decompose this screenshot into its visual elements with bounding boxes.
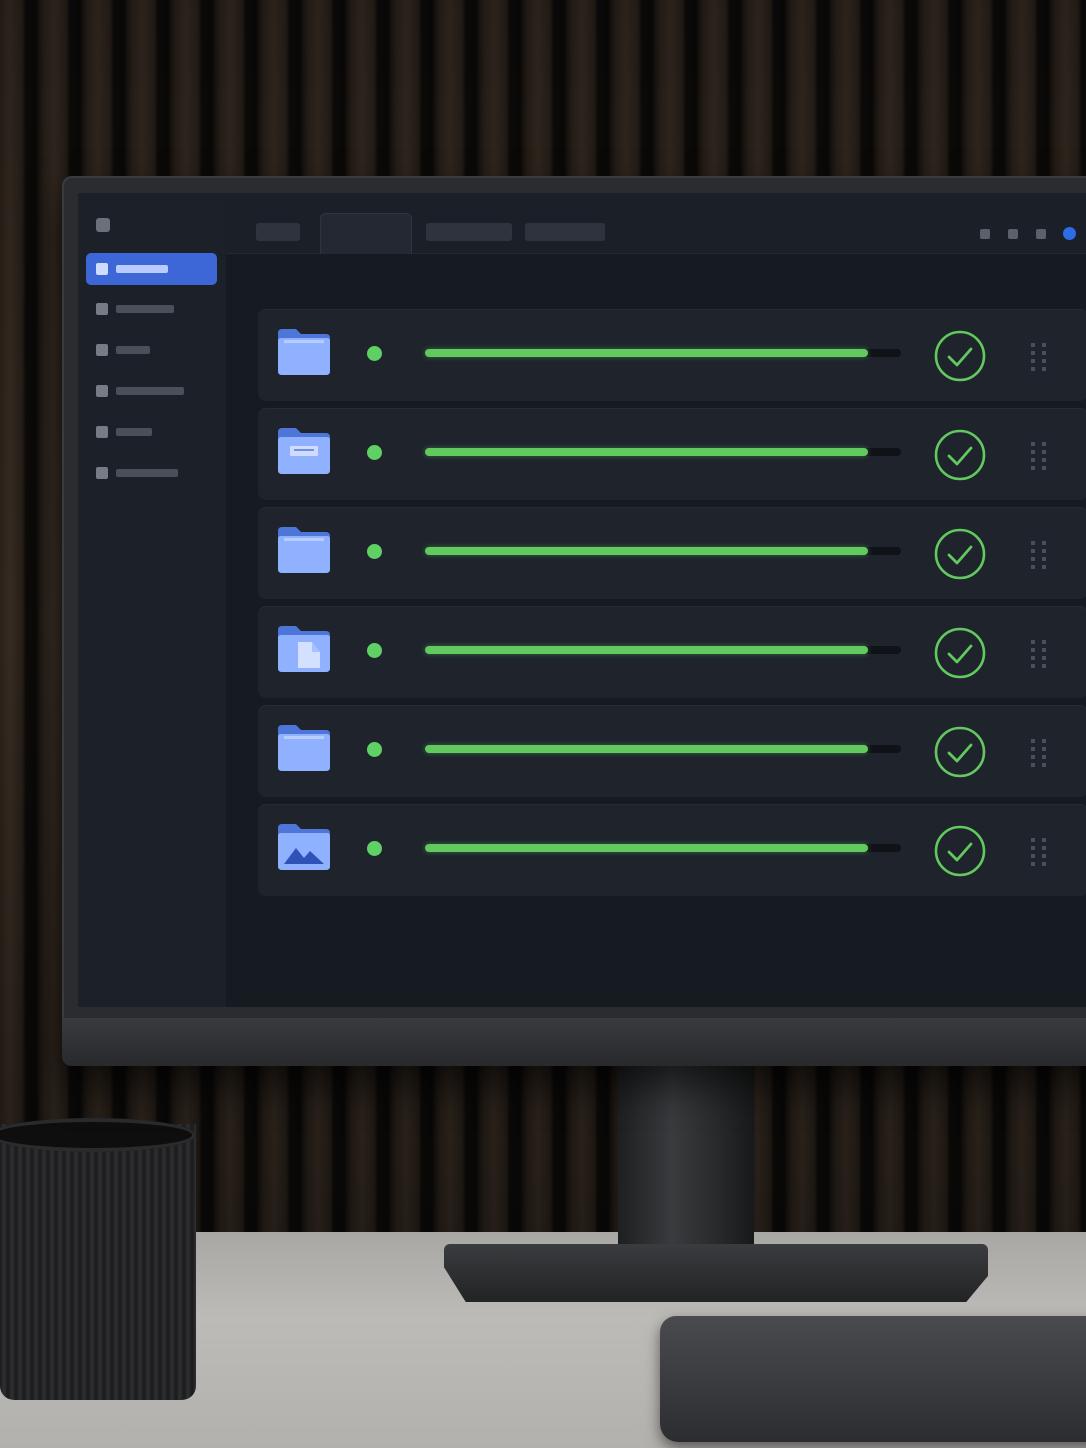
list-item[interactable]: [258, 408, 1086, 500]
progress-fill: [425, 547, 868, 555]
sidebar-item-label-placeholder: [116, 387, 184, 395]
check-circle-icon: [934, 726, 986, 778]
folder-file-icon: [278, 626, 330, 672]
sidebar-item-label-placeholder: [116, 469, 178, 477]
progress-track: [425, 448, 901, 456]
tab-2-active[interactable]: [320, 213, 412, 254]
status-dot: [367, 643, 382, 658]
check-circle-icon: [934, 429, 986, 481]
status-dot: [367, 841, 382, 856]
folder-icon: [278, 725, 330, 771]
folder-document-icon: [278, 428, 330, 474]
window-control-icon[interactable]: [1008, 229, 1018, 239]
progress-track: [425, 745, 901, 753]
progress-fill: [425, 349, 868, 357]
folder-image-icon: [278, 824, 330, 870]
nav-icon: [96, 263, 108, 275]
sidebar-item-6[interactable]: [86, 457, 217, 489]
folder-icon: [278, 527, 330, 573]
decorative-planter: [0, 1118, 196, 1400]
progress-fill: [425, 844, 868, 852]
app-window: [78, 193, 1086, 1007]
sidebar-item-label-placeholder: [116, 305, 174, 313]
progress-fill: [425, 745, 868, 753]
sidebar: [78, 193, 226, 1007]
sidebar-item-3[interactable]: [86, 334, 217, 366]
drag-handle-icon[interactable]: [1029, 440, 1049, 470]
sidebar-item-label-placeholder: [116, 346, 150, 354]
monitor-stand-neck: [618, 1064, 754, 1254]
list-item[interactable]: [258, 309, 1086, 401]
monitor-chin: [62, 1018, 1086, 1066]
drag-handle-icon[interactable]: [1029, 737, 1049, 767]
sidebar-item-5[interactable]: [86, 416, 217, 448]
drag-handle-icon[interactable]: [1029, 539, 1049, 569]
tab-1[interactable]: [256, 223, 300, 241]
list-item[interactable]: [258, 804, 1086, 896]
status-dot: [367, 445, 382, 460]
status-indicator-icon: [1063, 227, 1076, 240]
list-item[interactable]: [258, 507, 1086, 599]
tablet-device: [660, 1316, 1086, 1442]
drag-handle-icon[interactable]: [1029, 836, 1049, 866]
status-dot: [367, 346, 382, 361]
nav-icon: [96, 344, 108, 356]
transfer-list: [226, 254, 1086, 1007]
list-item[interactable]: [258, 705, 1086, 797]
nav-icon: [96, 467, 108, 479]
tab-4[interactable]: [525, 223, 605, 241]
progress-fill: [425, 448, 868, 456]
app-logo-icon: [96, 218, 110, 232]
nav-icon: [96, 303, 108, 315]
drag-handle-icon[interactable]: [1029, 341, 1049, 371]
sidebar-item-1[interactable]: [86, 253, 217, 285]
folder-icon: [278, 329, 330, 375]
check-circle-icon: [934, 528, 986, 580]
sidebar-item-2[interactable]: [86, 293, 217, 325]
tab-bar: [226, 193, 1086, 254]
progress-fill: [425, 646, 868, 654]
progress-track: [425, 547, 901, 555]
progress-track: [425, 844, 901, 852]
nav-icon: [96, 426, 108, 438]
monitor-stand-base: [444, 1244, 988, 1302]
drag-handle-icon[interactable]: [1029, 638, 1049, 668]
tab-3[interactable]: [426, 223, 512, 241]
progress-track: [425, 349, 901, 357]
progress-track: [425, 646, 901, 654]
sidebar-item-label-placeholder: [116, 428, 152, 436]
status-dot: [367, 742, 382, 757]
status-dot: [367, 544, 382, 559]
window-control-icon[interactable]: [980, 229, 990, 239]
check-circle-icon: [934, 825, 986, 877]
window-control-icon[interactable]: [1036, 229, 1046, 239]
check-circle-icon: [934, 330, 986, 382]
list-item[interactable]: [258, 606, 1086, 698]
sidebar-item-label-placeholder: [116, 265, 168, 273]
sidebar-item-4[interactable]: [86, 375, 217, 407]
nav-icon: [96, 385, 108, 397]
check-circle-icon: [934, 627, 986, 679]
